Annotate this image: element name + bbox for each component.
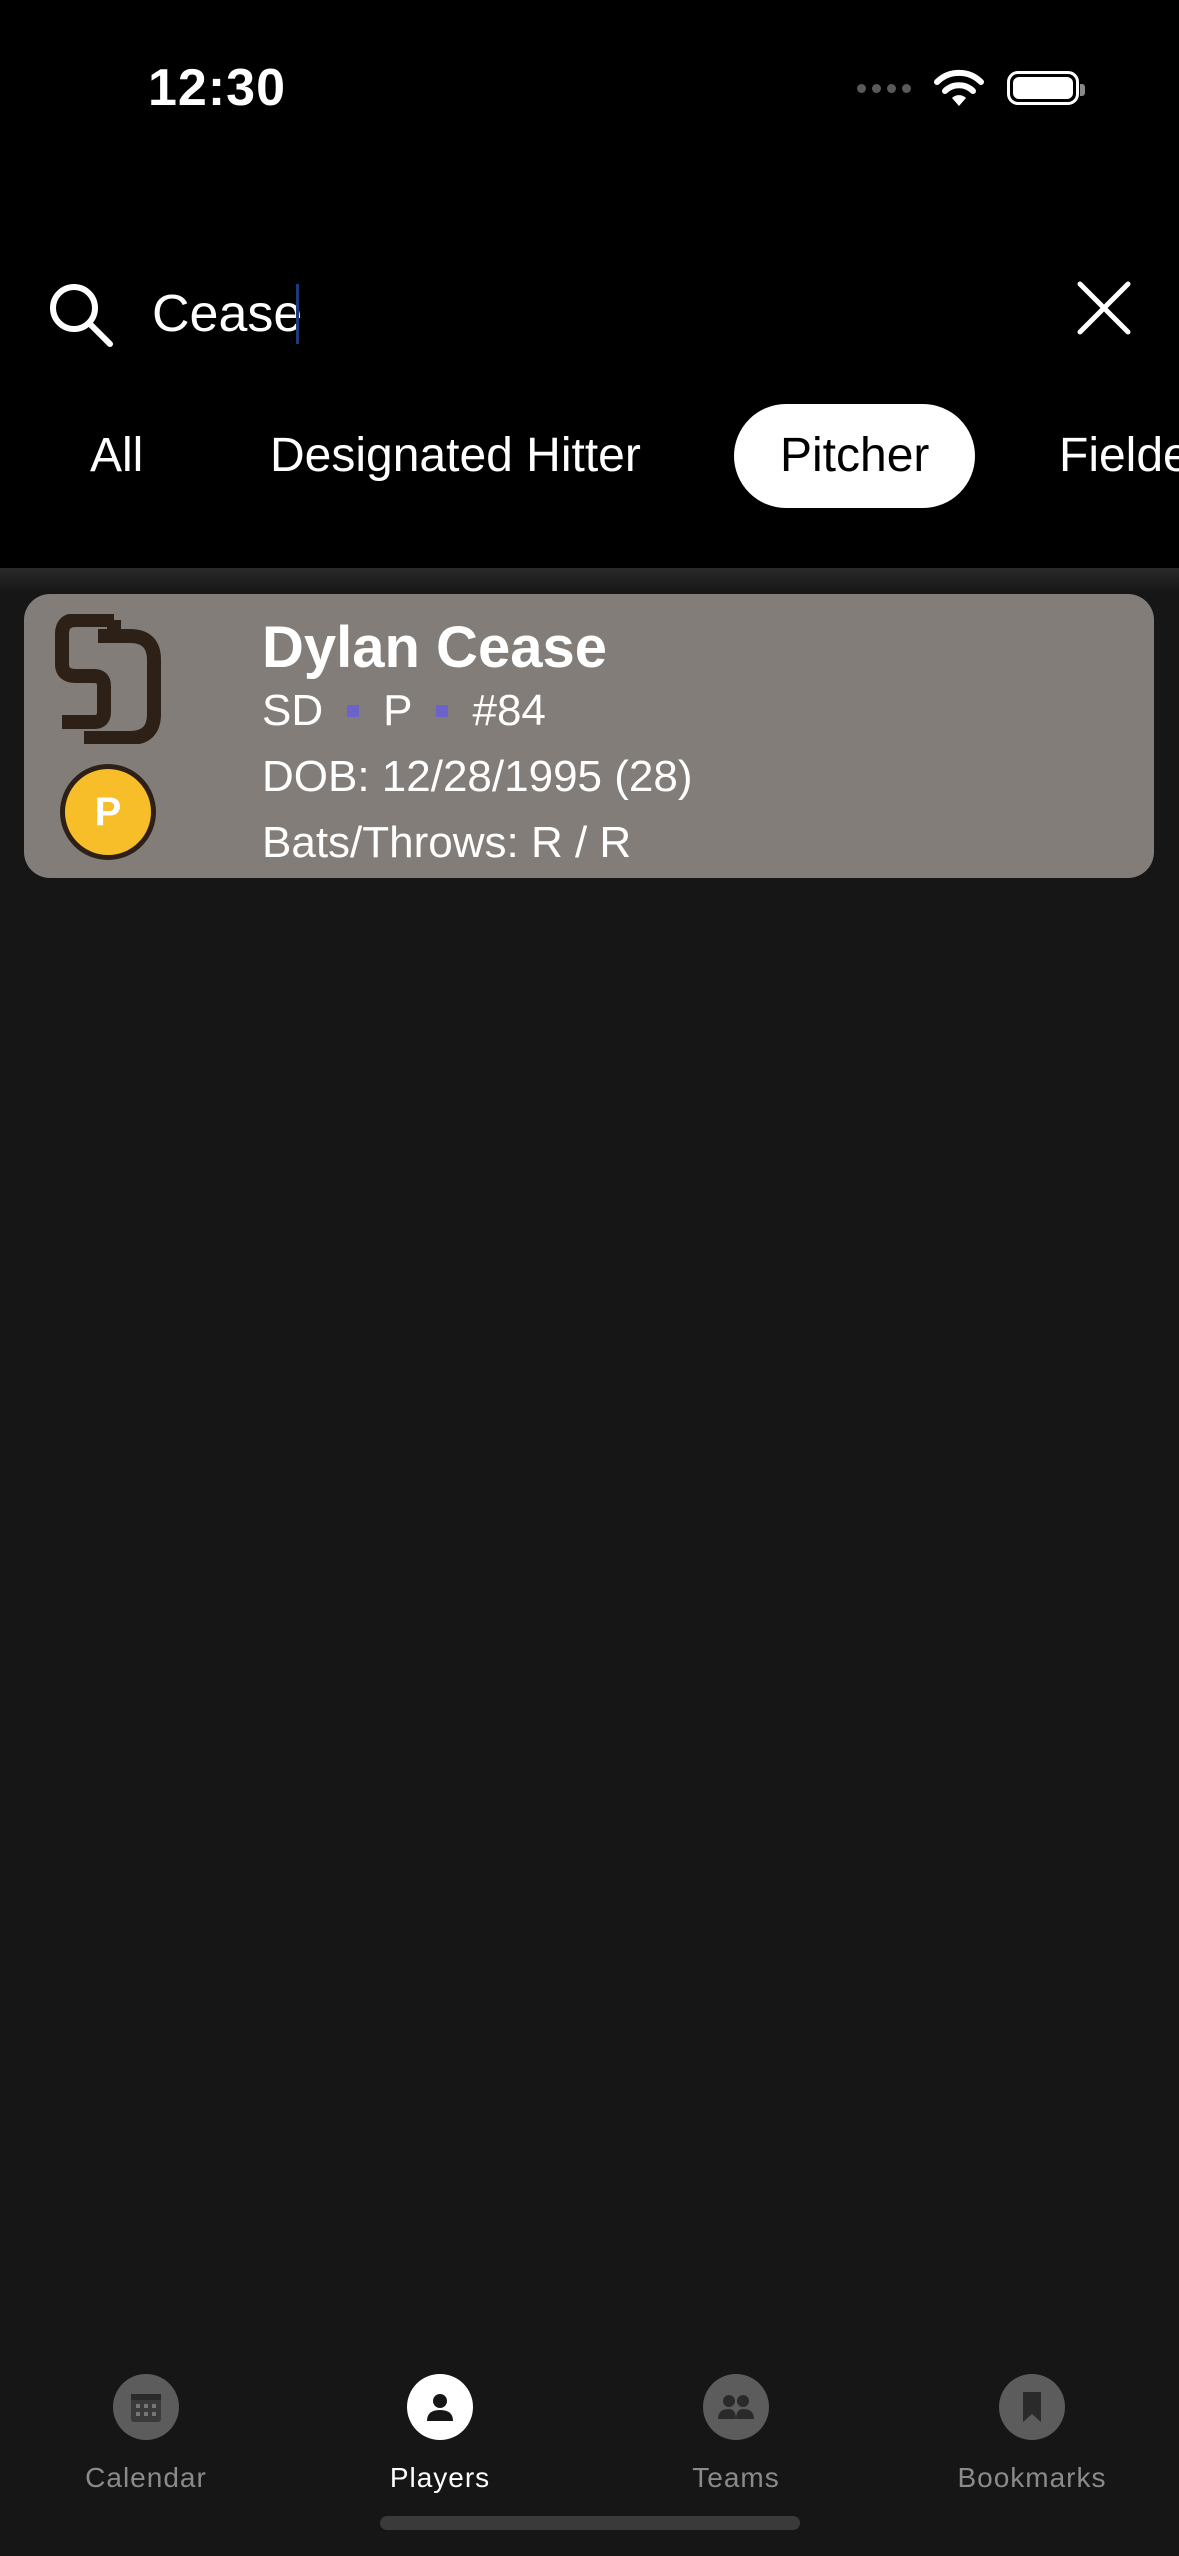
team-logo-icon <box>55 614 161 744</box>
player-number: #84 <box>472 686 546 735</box>
person-icon <box>407 2374 473 2440</box>
tab-label: Players <box>389 2462 491 2493</box>
text-cursor <box>296 284 299 344</box>
filter-chip-fielder[interactable]: Fielde <box>1059 404 1179 508</box>
status-icons <box>857 64 1085 112</box>
tab-calendar[interactable]: Calendar <box>26 2374 266 2494</box>
player-card[interactable]: P Dylan Cease SD P #84 DOB: 12/28/1995 (… <box>24 594 1154 878</box>
status-time: 12:30 <box>148 59 286 117</box>
divider <box>0 568 1179 592</box>
header: 12:30 All Designated Hitter Pitcher Fiel… <box>0 0 1179 568</box>
player-team: SD <box>262 686 324 735</box>
search-icon <box>50 284 113 347</box>
tab-label: Teams <box>692 2462 780 2493</box>
tab-players[interactable]: Players <box>320 2374 560 2494</box>
tab-teams[interactable]: Teams <box>616 2374 856 2494</box>
close-icon[interactable] <box>1072 276 1136 340</box>
tab-bookmarks[interactable]: Bookmarks <box>912 2374 1152 2494</box>
separator-dot <box>436 705 449 717</box>
search-input[interactable] <box>152 274 952 354</box>
filter-chip-all[interactable]: All <box>90 404 143 508</box>
filter-chip-designated-hitter[interactable]: Designated Hitter <box>270 404 641 508</box>
tab-label: Bookmarks <box>957 2462 1107 2493</box>
tab-label: Calendar <box>85 2462 207 2493</box>
search-bar <box>0 260 1179 360</box>
player-name: Dylan Cease <box>262 615 607 680</box>
filter-chip-pitcher[interactable]: Pitcher <box>734 404 976 508</box>
people-icon <box>703 2374 769 2440</box>
home-indicator[interactable] <box>380 2516 800 2530</box>
cellular-signal-icon <box>857 83 911 93</box>
position-badge: P <box>60 764 156 860</box>
wifi-icon <box>934 69 984 106</box>
separator-dot <box>347 705 360 717</box>
player-dob: DOB: 12/28/1995 (28) <box>262 752 693 801</box>
battery-icon <box>1007 71 1085 105</box>
calendar-icon <box>113 2374 179 2440</box>
position-filter-chips: All Designated Hitter Pitcher Fielde <box>0 404 1179 508</box>
player-meta: SD P #84 <box>262 686 546 736</box>
player-bats-throws: Bats/Throws: R / R <box>262 818 632 867</box>
player-position: P <box>383 686 413 735</box>
bookmark-icon <box>999 2374 1065 2440</box>
